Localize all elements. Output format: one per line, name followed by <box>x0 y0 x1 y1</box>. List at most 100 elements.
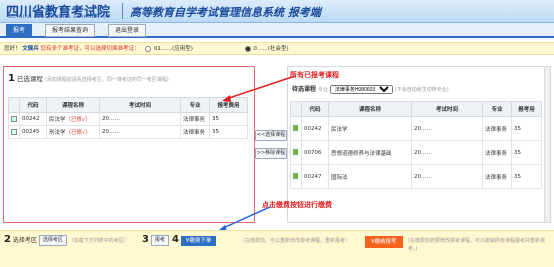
step-2-group: 2 选择考区 选择考区 （加载下方列表中的考区） <box>4 234 129 246</box>
row-checkbox-cell[interactable] <box>8 112 20 126</box>
multi-id-warning: 您有多个准考证，可以选择切换准考证： <box>40 46 140 52</box>
course-code: 00247 <box>301 164 329 189</box>
exam-time: 20…… <box>411 116 483 141</box>
course-name: 思想道德修养与法律基础 <box>328 140 412 165</box>
id-option-2-label: 0……(社会型) <box>253 46 289 52</box>
header-code: 代码 <box>19 97 47 113</box>
course-fee: 35 <box>209 112 248 126</box>
course-tag: （已修√） <box>65 130 92 136</box>
select-area-button[interactable]: 选择考区 <box>38 235 67 246</box>
remove-course-button[interactable]: >>移除课程 <box>255 148 287 159</box>
header-course-name: 课程名称 <box>328 101 412 117</box>
course-fee: 35 <box>209 125 248 139</box>
action-bar: 2 选择考区 选择考区 （加载下方列表中的考区） 3 报考 4 ¥缴费下单 （在… <box>0 230 554 267</box>
course-code: 00242 <box>19 112 47 126</box>
pay-notice: （在缴费前，可以重新修改报考课程，重新报考） <box>240 238 351 244</box>
table-row[interactable]: 00247 国际法 20…… 法律事务 35 <box>290 164 542 189</box>
logo-subtitle: SICHUAN EDUCATIONAL EXAMINATION <box>8 15 111 20</box>
course-major: 法律事务 <box>180 112 210 126</box>
course-name: 刑法学 <box>49 130 66 136</box>
row-select-cell[interactable] <box>290 164 302 189</box>
id-option-1-label: 01……(应用型) <box>154 46 193 52</box>
row-select-cell[interactable] <box>290 140 302 165</box>
row-select-cell[interactable] <box>290 116 302 141</box>
area-hint: （加载下方列表中的考区） <box>68 238 129 244</box>
course-name-cell: 刑法学（已修√） <box>46 125 100 139</box>
step-4-number: 4 <box>172 234 179 245</box>
add-course-button[interactable]: <<选择课程 <box>255 130 287 141</box>
available-filter-row: 待选课程 专业 法律事务H080603 (不会自动考生切换专业) <box>292 84 449 94</box>
course-code: 00706 <box>301 140 329 165</box>
table-row[interactable]: 00242 民法学（已修√） 20…… 法律事务 35 <box>8 112 248 126</box>
header-major: 专业 <box>180 97 210 113</box>
select-indicator-icon[interactable] <box>293 173 298 180</box>
user-name: 文佩兵 <box>22 46 39 52</box>
available-courses-table: 代码 课程名称 考试时间 专业 报考用 00242 民法学 20…… 法律事务 … <box>290 101 542 189</box>
nav-tabs: 报考 报考结果查询 退出登录 <box>0 23 554 38</box>
exam-time: 20…… <box>99 125 181 139</box>
table-row[interactable]: 00706 思想道德修养与法律基础 20…… 法律事务 35 <box>290 140 542 165</box>
tab-results[interactable]: 报考结果查询 <box>45 24 96 37</box>
course-major: 法律事务 <box>482 164 512 189</box>
select-indicator-icon[interactable] <box>293 149 298 156</box>
select-indicator-icon[interactable] <box>293 125 298 132</box>
header-checkbox <box>8 97 20 113</box>
header-course-name: 课程名称 <box>46 97 100 113</box>
major-label: 专业 <box>317 87 328 93</box>
tab-register[interactable]: 报考 <box>6 24 33 37</box>
course-name-cell: 民法学（已修√） <box>46 112 100 126</box>
step-3-group: 3 报考 <box>142 234 169 246</box>
report-button[interactable]: 报考 <box>150 235 169 246</box>
tab-logout[interactable]: 退出登录 <box>108 24 147 37</box>
system-title-text: 高等教育自学考试管理信息系统 <box>130 6 284 19</box>
user-notice-bar: 您好！ 文佩兵 您有多个准考证，可以选择切换准考证： 01……(应用型) 0……… <box>0 42 554 55</box>
course-code: 00242 <box>301 116 329 141</box>
course-major: 法律事务 <box>482 140 512 165</box>
header-major: 专业 <box>482 101 512 117</box>
table-row[interactable]: 00245 刑法学（已修√） 20…… 法律事务 35 <box>8 125 248 139</box>
exam-time: 20…… <box>411 140 483 165</box>
table-header-row: 代码 课程名称 考试时间 专业 报考用 <box>290 101 542 117</box>
table-row[interactable]: 00242 民法学 20…… 法律事务 35 <box>290 116 542 141</box>
course-fee: 35 <box>511 116 542 141</box>
app-header: 四川省教育考试院 SICHUAN EDUCATIONAL EXAMINATION… <box>0 0 554 23</box>
id-option-1-radio[interactable] <box>145 45 152 52</box>
row-checkbox-cell[interactable] <box>8 125 20 139</box>
selected-courses-title: 已选课程 <box>16 75 43 83</box>
system-title: 高等教育自学考试管理信息系统 报考端 <box>130 4 321 20</box>
scrollbar[interactable] <box>544 67 550 222</box>
header-fee: 报考用 <box>511 101 542 117</box>
course-fee: 35 <box>511 140 542 165</box>
selected-courses-hint: (添加课程前请先选择考区，同一准考证的同一考区课程) <box>44 77 169 83</box>
course-name: 民法学 <box>49 117 66 123</box>
course-tag: （已修√） <box>65 117 92 123</box>
table-header-row: 代码 课程名称 考试时间 专业 报考费用 <box>8 97 248 113</box>
header-divider <box>122 3 123 19</box>
course-major: 法律事务 <box>180 125 210 139</box>
course-major: 法律事务 <box>482 116 512 141</box>
header-code: 代码 <box>301 101 329 117</box>
header-exam-time: 考试时间 <box>411 101 483 117</box>
annotation-arrow-1 <box>222 75 296 102</box>
major-select[interactable]: 法律事务H080603 <box>329 85 393 94</box>
right-notice: (在缴费前若要修改报考课程，可以撤销所有课程报考并重新报考。) <box>408 238 545 252</box>
step-4-group: 4 ¥缴费下单 <box>172 234 217 246</box>
step-3-number: 3 <box>142 234 149 245</box>
selected-courses-table: 代码 课程名称 考试时间 专业 报考费用 00242 民法学（已修√） 20……… <box>8 97 248 139</box>
row-checkbox[interactable] <box>11 128 17 135</box>
major-hint: (不会自动考生切换专业) <box>394 87 449 93</box>
system-subtitle: 报考端 <box>287 6 321 19</box>
exam-time: 20…… <box>99 112 181 126</box>
selected-courses-header: 1 已选课程 (添加课程前请先选择考区，同一准考证的同一考区课程) <box>8 73 169 84</box>
header-exam-time: 考试时间 <box>99 97 181 113</box>
selected-courses-panel: 1 已选课程 (添加课程前请先选择考区，同一准考证的同一考区课程) 代码 课程名… <box>3 66 255 223</box>
row-checkbox[interactable] <box>11 115 17 122</box>
id-option-2-radio[interactable] <box>244 45 251 52</box>
submit-registration-button[interactable]: ¥缴纳报考 <box>365 236 403 248</box>
area-label: 选择考区 <box>12 237 37 244</box>
course-name: 民法学 <box>328 116 412 141</box>
step-1-number: 1 <box>8 73 15 84</box>
step-2-number: 2 <box>4 234 11 245</box>
course-fee: 35 <box>511 164 542 189</box>
pay-order-button[interactable]: ¥缴费下单 <box>180 235 217 246</box>
